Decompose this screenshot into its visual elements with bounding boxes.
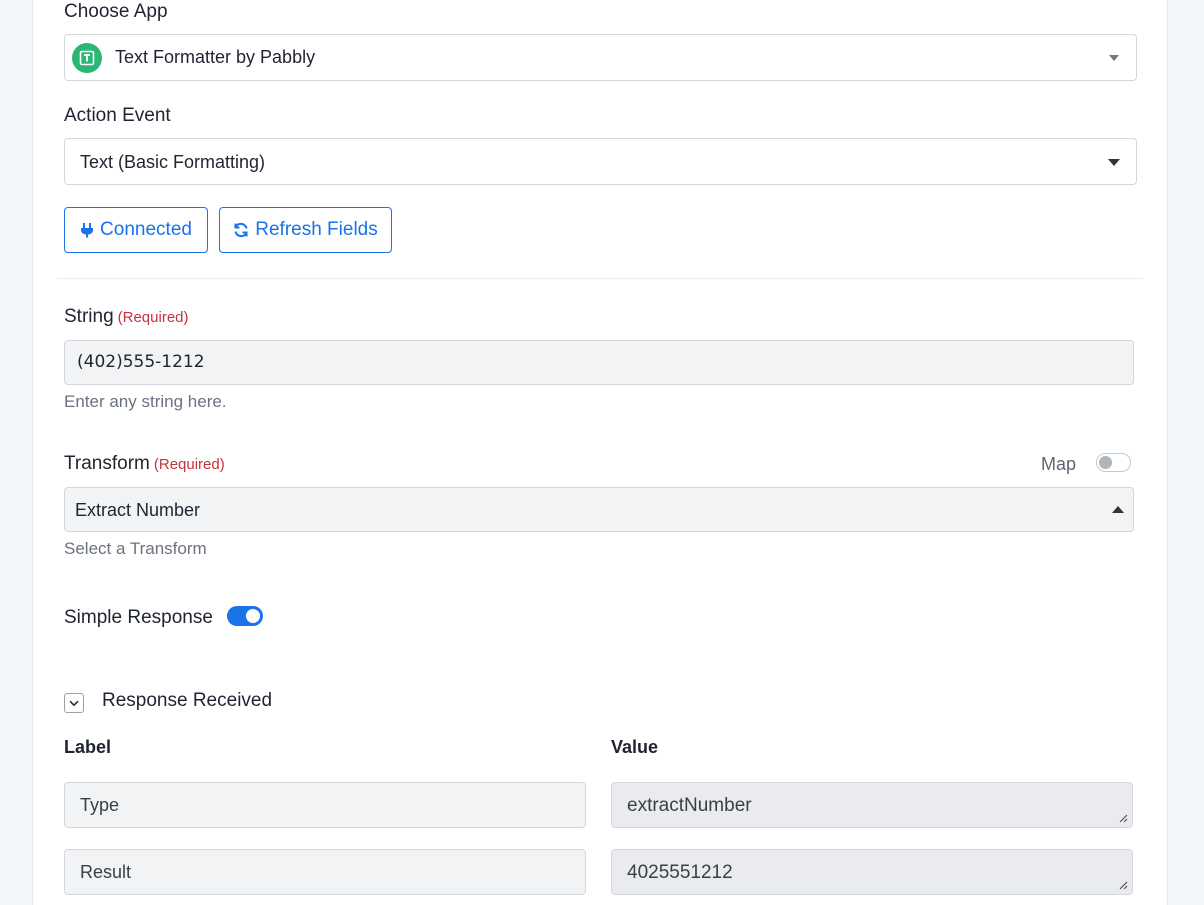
refresh-fields-button[interactable]: Refresh Fields [219,207,392,253]
value-column-header: Value [611,737,659,757]
choose-app-label: Choose App [64,1,168,22]
action-event-value: Text (Basic Formatting) [80,152,266,172]
string-input-value: (402)555-1212 [77,352,205,372]
action-event-label: Action Event [64,105,171,126]
required-tag: (Required) [117,309,189,326]
required-tag: (Required) [153,456,225,473]
transform-select[interactable]: Extract Number [64,487,1134,532]
section-divider [57,278,1143,279]
choose-app-select[interactable]: Text Formatter by Pabbly [64,34,1137,81]
response-value-text: extractNumber [627,795,752,816]
connected-button[interactable]: Connected [64,207,208,253]
collapse-response-toggle[interactable] [64,693,84,713]
chevron-down-icon [69,700,79,706]
resize-handle-icon[interactable] [1118,813,1128,823]
action-event-select[interactable]: Text (Basic Formatting) [64,138,1137,185]
response-label-text: Result [80,862,132,882]
response-received-title: Response Received [102,690,273,711]
label-column-header: Label [64,737,112,757]
toggle-knob [246,609,260,623]
refresh-icon [234,222,248,238]
map-label: Map [1041,454,1077,474]
step-config-card: Choose App Text Formatter by Pabbly Acti… [32,0,1168,905]
connected-label: Connected [100,219,192,240]
response-value-field[interactable]: 4025551212 [611,849,1133,895]
string-label-row: String (Required) [64,306,189,328]
map-toggle[interactable] [1096,453,1131,472]
chevron-up-icon [1112,506,1124,513]
string-help-text: Enter any string here. [64,392,227,411]
response-label-field[interactable]: Type [64,782,586,828]
text-formatter-app-icon [72,43,102,73]
choose-app-value: Text Formatter by Pabbly [115,47,316,67]
response-value-text: 4025551212 [627,862,733,883]
string-label: String [64,306,114,327]
simple-response-toggle[interactable] [227,606,263,626]
transform-select-value: Extract Number [75,500,201,520]
plug-icon [81,223,94,238]
transform-label-row: Transform (Required) [64,453,225,475]
toggle-knob [1099,456,1112,469]
transform-label: Transform [64,453,150,474]
simple-response-label: Simple Response [64,607,213,628]
response-label-text: Type [80,795,120,815]
chevron-down-icon [1108,159,1120,166]
refresh-fields-label: Refresh Fields [255,219,378,240]
response-label-field[interactable]: Result [64,849,586,895]
chevron-down-icon [1109,55,1119,61]
string-input[interactable]: (402)555-1212 [64,340,1134,385]
transform-help-text: Select a Transform [64,539,207,558]
response-value-field[interactable]: extractNumber [611,782,1133,828]
resize-handle-icon[interactable] [1118,880,1128,890]
